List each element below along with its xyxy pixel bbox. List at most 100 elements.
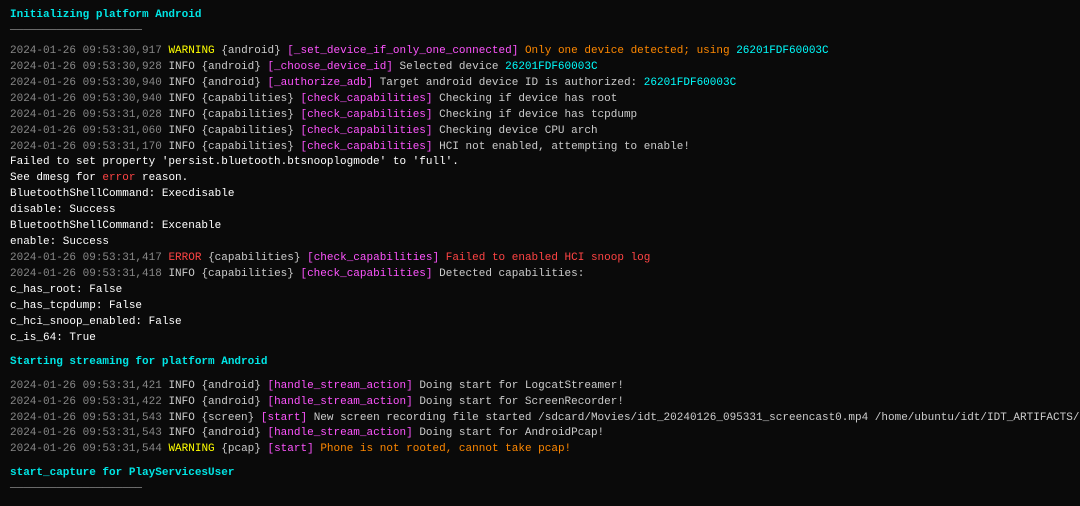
log-message: Detected capabilities:	[433, 268, 585, 280]
log-line: ────────────────────	[10, 482, 1070, 498]
log-line: 2024-01-26 09:53:31,417 ERROR {capabilit…	[10, 251, 1070, 267]
log-line: c_hci_snoop_enabled: False	[10, 315, 1070, 331]
log-func: [check_capabilities]	[300, 125, 432, 137]
log-message: Only one device detected; using 26201FDF…	[518, 45, 828, 57]
log-func: [check_capabilities]	[300, 93, 432, 105]
device-id: 26201FDF60003C	[505, 61, 597, 73]
log-message: Doing start for ScreenRecorder!	[413, 396, 624, 408]
log-func: [handle_stream_action]	[267, 396, 412, 408]
log-message: Checking if device has root	[433, 93, 618, 105]
log-line: 2024-01-26 09:53:31,543 INFO {screen} [s…	[10, 411, 1070, 427]
log-func: [check_capabilities]	[307, 252, 439, 264]
log-message: HCI not enabled, attempting to enable!	[433, 141, 690, 153]
log-level: INFO	[168, 109, 194, 121]
plain-error-text: See dmesg for error reason.	[10, 172, 188, 184]
log-func: [_set_device_if_only_one_connected]	[287, 45, 518, 57]
log-line: c_has_tcpdump: False	[10, 299, 1070, 315]
log-line: Starting streaming for platform Android	[10, 355, 1070, 371]
warning-detail: Phone is not rooted, cannot take pcap!	[320, 443, 571, 455]
log-func: [check_capabilities]	[300, 268, 432, 280]
timestamp: 2024-01-26 09:53:31,170	[10, 141, 162, 153]
log-line: See dmesg for error reason.	[10, 171, 1070, 187]
plain-text: disable: Success	[10, 204, 116, 216]
log-line: 2024-01-26 09:53:31,060 INFO {capabiliti…	[10, 124, 1070, 140]
timestamp: 2024-01-26 09:53:30,940	[10, 77, 162, 89]
log-line: enable: Success	[10, 235, 1070, 251]
log-module: {android}	[201, 427, 260, 439]
plain-text: c_hci_snoop_enabled: False	[10, 316, 182, 328]
log-line: 2024-01-26 09:53:30,940 INFO {android} […	[10, 76, 1070, 92]
warning-msg: Only one device detected; using	[525, 45, 730, 57]
plain-text: Failed to set property 'persist.bluetoot…	[10, 156, 459, 168]
log-level: INFO	[168, 61, 194, 73]
device-id: 26201FDF60003C	[736, 45, 828, 57]
log-message: New screen recording file started /sdcar…	[307, 412, 1080, 424]
log-module: {screen}	[201, 412, 254, 424]
log-message: Failed to enabled HCI snoop log	[439, 252, 650, 264]
terminal[interactable]: Initializing platform Android───────────…	[0, 0, 1080, 506]
log-line: 2024-01-26 09:53:30,940 INFO {capabiliti…	[10, 92, 1070, 108]
timestamp: 2024-01-26 09:53:31,543	[10, 427, 162, 439]
log-message: Checking if device has tcpdump	[433, 109, 638, 121]
log-line: 2024-01-26 09:53:30,928 INFO {android} […	[10, 60, 1070, 76]
log-module: {capabilities}	[201, 141, 293, 153]
log-func: [_authorize_adb]	[267, 77, 373, 89]
log-func: [_choose_device_id]	[267, 61, 392, 73]
timestamp: 2024-01-26 09:53:31,028	[10, 109, 162, 121]
log-line: 2024-01-26 09:53:30,917 WARNING {android…	[10, 44, 1070, 60]
log-message: Phone is not rooted, cannot take pcap!	[314, 443, 571, 455]
timestamp: 2024-01-26 09:53:31,060	[10, 125, 162, 137]
log-level: INFO	[168, 141, 194, 153]
log-module: {capabilities}	[201, 109, 293, 121]
log-level: INFO	[168, 380, 194, 392]
section-header: Starting streaming for platform Android	[10, 356, 267, 368]
log-line: 2024-01-26 09:53:31,422 INFO {android} […	[10, 395, 1070, 411]
timestamp: 2024-01-26 09:53:31,422	[10, 396, 162, 408]
log-level: INFO	[168, 396, 194, 408]
log-message: Doing start for AndroidPcap!	[413, 427, 604, 439]
plain-text: BluetoothShellCommand: Excenable	[10, 220, 221, 232]
timestamp: 2024-01-26 09:53:31,421	[10, 380, 162, 392]
log-module: {android}	[201, 380, 260, 392]
log-message: Checking device CPU arch	[433, 125, 598, 137]
log-module: {capabilities}	[201, 125, 293, 137]
log-func: [check_capabilities]	[300, 141, 432, 153]
log-line: 2024-01-26 09:53:31,544 WARNING {pcap} […	[10, 442, 1070, 458]
timestamp: 2024-01-26 09:53:30,928	[10, 61, 162, 73]
log-line: disable: Success	[10, 203, 1070, 219]
log-func: [start]	[261, 412, 307, 424]
log-level: INFO	[168, 268, 194, 280]
log-message: Selected device 26201FDF60003C	[393, 61, 598, 73]
log-module: {android}	[201, 61, 260, 73]
log-module: {capabilities}	[208, 252, 300, 264]
log-line: 2024-01-26 09:53:31,543 INFO {android} […	[10, 426, 1070, 442]
log-func: [check_capabilities]	[300, 109, 432, 121]
timestamp: 2024-01-26 09:53:31,543	[10, 412, 162, 424]
log-message: Doing start for LogcatStreamer!	[413, 380, 624, 392]
log-line: c_has_root: False	[10, 283, 1070, 299]
log-line: c_is_64: True	[10, 331, 1070, 347]
device-id: 26201FDF60003C	[644, 77, 736, 89]
log-line: Failed to set property 'persist.bluetoot…	[10, 155, 1070, 171]
log-func: [handle_stream_action]	[267, 427, 412, 439]
log-module: {capabilities}	[201, 93, 293, 105]
timestamp: 2024-01-26 09:53:31,544	[10, 443, 162, 455]
timestamp: 2024-01-26 09:53:30,917	[10, 45, 162, 57]
log-module: {android}	[201, 396, 260, 408]
log-line: BluetoothShellCommand: Execdisable	[10, 187, 1070, 203]
log-level: WARNING	[168, 443, 214, 455]
section-header: start_capture for PlayServicesUser	[10, 467, 234, 479]
log-level: INFO	[168, 77, 194, 89]
log-module: {android}	[221, 45, 280, 57]
plain-text: enable: Success	[10, 236, 109, 248]
plain-text: BluetoothShellCommand: Execdisable	[10, 188, 234, 200]
divider: ────────────────────	[10, 483, 142, 495]
log-level: INFO	[168, 125, 194, 137]
error-msg: Failed to enabled HCI snoop log	[446, 252, 651, 264]
log-line: 2024-01-26 09:53:31,170 INFO {capabiliti…	[10, 140, 1070, 156]
log-line: 2024-01-26 09:53:31,418 INFO {capabiliti…	[10, 267, 1070, 283]
timestamp: 2024-01-26 09:53:31,417	[10, 252, 162, 264]
log-message: Target android device ID is authorized: …	[373, 77, 736, 89]
log-line: 2024-01-26 09:53:31,028 INFO {capabiliti…	[10, 108, 1070, 124]
divider: ────────────────────	[10, 25, 142, 37]
